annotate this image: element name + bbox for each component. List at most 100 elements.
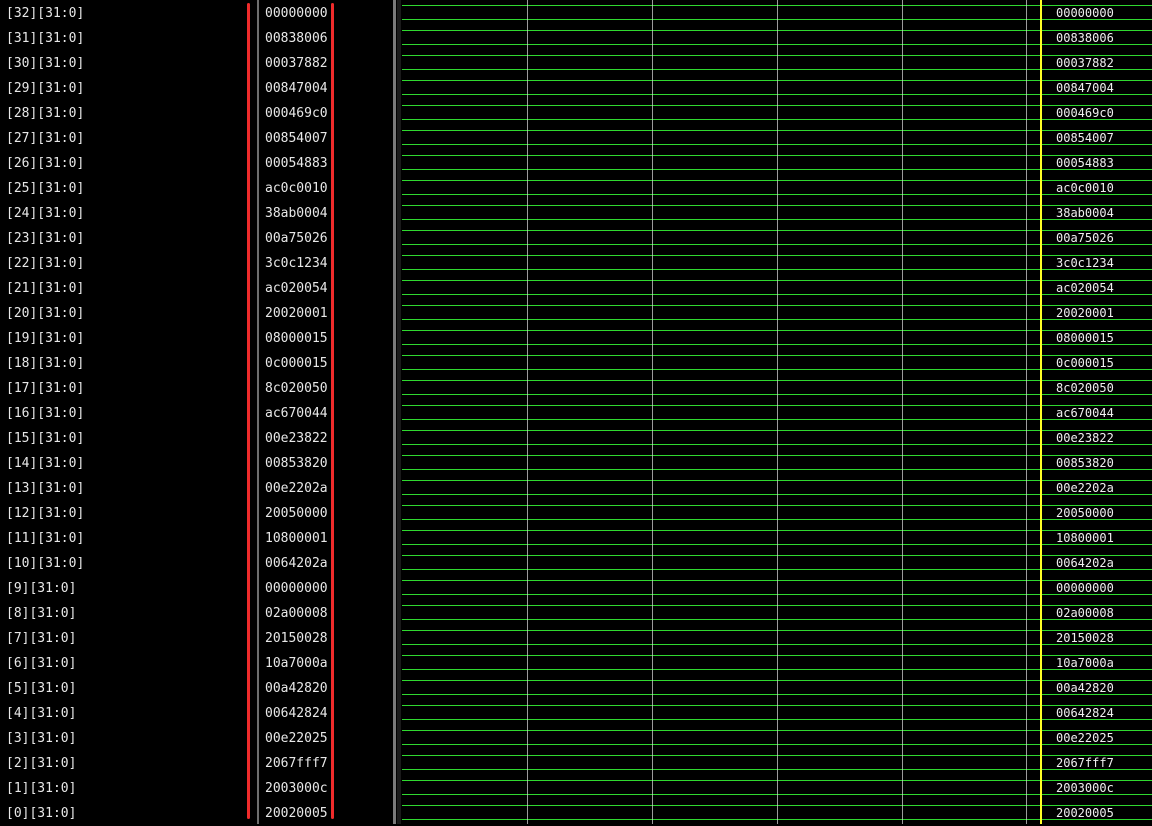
- waveform-value-label: 00642824: [1056, 706, 1114, 720]
- signal-value: 2003000c: [265, 781, 328, 796]
- signal-name[interactable]: [22][31:0]: [6, 251, 84, 276]
- signal-name[interactable]: [5][31:0]: [6, 676, 76, 701]
- signal-value: 00838006: [265, 31, 328, 46]
- signal-name[interactable]: [17][31:0]: [6, 376, 84, 401]
- waveform-pane[interactable]: 00000000 00838006 00037882 00847004 000469c0…: [402, 0, 1152, 824]
- waveform-value-label: 10800001: [1056, 531, 1114, 545]
- signal-name[interactable]: [11][31:0]: [6, 526, 84, 551]
- signal-value: ac0c0010: [265, 181, 328, 196]
- waveform-value-label: 0064202a: [1056, 556, 1114, 570]
- signal-name[interactable]: [8][31:0]: [6, 601, 76, 626]
- signal-name[interactable]: [0][31:0]: [6, 801, 76, 826]
- signal-name[interactable]: [24][31:0]: [6, 201, 84, 226]
- signal-value: 00853820: [265, 456, 328, 471]
- signal-value: 00e22025: [265, 731, 328, 746]
- waveform-value-label: 08000015: [1056, 331, 1114, 345]
- signal-value: 00a75026: [265, 231, 328, 246]
- waveform-value-label: 00853820: [1056, 456, 1114, 470]
- waveform-value-label: 00a42820: [1056, 681, 1114, 695]
- waveform-value-label: 00037882: [1056, 56, 1114, 70]
- signal-value: 38ab0004: [265, 206, 328, 221]
- signal-value: 00000000: [265, 6, 328, 21]
- signal-value: 20150028: [265, 631, 328, 646]
- signal-name[interactable]: [31][31:0]: [6, 26, 84, 51]
- waveform-value-label: ac670044: [1056, 406, 1114, 420]
- signal-value: 10a7000a: [265, 656, 328, 671]
- waveform-value-label: 00847004: [1056, 81, 1114, 95]
- signal-name[interactable]: [27][31:0]: [6, 126, 84, 151]
- signal-name[interactable]: [16][31:0]: [6, 401, 84, 426]
- signal-value: 00642824: [265, 706, 328, 721]
- signal-name[interactable]: [26][31:0]: [6, 151, 84, 176]
- waveform-value-label: 20020001: [1056, 306, 1114, 320]
- waveform-value-label: ac0c0010: [1056, 181, 1114, 195]
- waveform-value-label: ac020054: [1056, 281, 1114, 295]
- annotation-bracket-left: [247, 3, 250, 819]
- signal-name[interactable]: [12][31:0]: [6, 501, 84, 526]
- signal-value: 10800001: [265, 531, 328, 546]
- signal-value: 00854007: [265, 131, 328, 146]
- signal-values-pane: 00000000 00838006 00037882 00847004 000469c0…: [259, 0, 394, 824]
- waveform-value-label: 2067fff7: [1056, 756, 1114, 770]
- waveform-value-label: 00e23822: [1056, 431, 1114, 445]
- signal-name[interactable]: [21][31:0]: [6, 276, 84, 301]
- signal-name[interactable]: [28][31:0]: [6, 101, 84, 126]
- signal-value: 00847004: [265, 81, 328, 96]
- waveform-value-label: 00a75026: [1056, 231, 1114, 245]
- waveform-value-label: 20150028: [1056, 631, 1114, 645]
- signal-value: 0064202a: [265, 556, 328, 571]
- signal-name[interactable]: [14][31:0]: [6, 451, 84, 476]
- waveform-divider[interactable]: [393, 0, 396, 824]
- signal-value: 00e23822: [265, 431, 328, 446]
- signal-name[interactable]: [30][31:0]: [6, 51, 84, 76]
- waveform-value-label: 00000000: [1056, 6, 1114, 20]
- signal-value: 08000015: [265, 331, 328, 346]
- time-grid-line: [902, 0, 903, 824]
- signal-name[interactable]: [13][31:0]: [6, 476, 84, 501]
- signal-name[interactable]: [9][31:0]: [6, 576, 76, 601]
- signal-value: 00a42820: [265, 681, 328, 696]
- waveform-value-label: 3c0c1234: [1056, 256, 1114, 270]
- signal-name[interactable]: [10][31:0]: [6, 551, 84, 576]
- signal-name[interactable]: [20][31:0]: [6, 301, 84, 326]
- signal-value: 2067fff7: [265, 756, 328, 771]
- waveform-value-label: 38ab0004: [1056, 206, 1114, 220]
- waveform-value-label: 00000000: [1056, 581, 1114, 595]
- signal-value: 00000000: [265, 581, 328, 596]
- waveform-value-label: 0c000015: [1056, 356, 1114, 370]
- signal-name[interactable]: [7][31:0]: [6, 626, 76, 651]
- waveform-value-label: 00854007: [1056, 131, 1114, 145]
- signal-name[interactable]: [23][31:0]: [6, 226, 84, 251]
- signal-name[interactable]: [15][31:0]: [6, 426, 84, 451]
- time-cursor[interactable]: [1040, 0, 1042, 824]
- signal-value: ac020054: [265, 281, 328, 296]
- signal-name[interactable]: [25][31:0]: [6, 176, 84, 201]
- signal-value: 000469c0: [265, 106, 328, 121]
- signal-value: 0c000015: [265, 356, 328, 371]
- signal-name[interactable]: [29][31:0]: [6, 76, 84, 101]
- signal-names-pane: [32][31:0] [31][31:0] [30][31:0] [29][31:0]…: [0, 0, 258, 824]
- waveform-value-label: 10a7000a: [1056, 656, 1114, 670]
- signal-name[interactable]: [3][31:0]: [6, 726, 76, 751]
- signal-name[interactable]: [2][31:0]: [6, 751, 76, 776]
- signal-value: ac670044: [265, 406, 328, 421]
- signal-name[interactable]: [19][31:0]: [6, 326, 84, 351]
- waveform-value-label: 000469c0: [1056, 106, 1114, 120]
- signal-name[interactable]: [32][31:0]: [6, 1, 84, 26]
- signal-value: 20050000: [265, 506, 328, 521]
- signal-value: 00037882: [265, 56, 328, 71]
- waveform-value-label: 02a00008: [1056, 606, 1114, 620]
- waveform-value-label: 00e22025: [1056, 731, 1114, 745]
- time-grid-line: [527, 0, 528, 824]
- time-grid-line: [1026, 0, 1027, 824]
- signal-value: 20020001: [265, 306, 328, 321]
- signal-name[interactable]: [4][31:0]: [6, 701, 76, 726]
- signal-name[interactable]: [6][31:0]: [6, 651, 76, 676]
- waveform-value-label: 00838006: [1056, 31, 1114, 45]
- signal-value: 3c0c1234: [265, 256, 328, 271]
- signal-name[interactable]: [1][31:0]: [6, 776, 76, 801]
- waveform-value-label: 00054883: [1056, 156, 1114, 170]
- signal-name[interactable]: [18][31:0]: [6, 351, 84, 376]
- annotation-bracket-right: [331, 3, 334, 819]
- time-grid-line: [652, 0, 653, 824]
